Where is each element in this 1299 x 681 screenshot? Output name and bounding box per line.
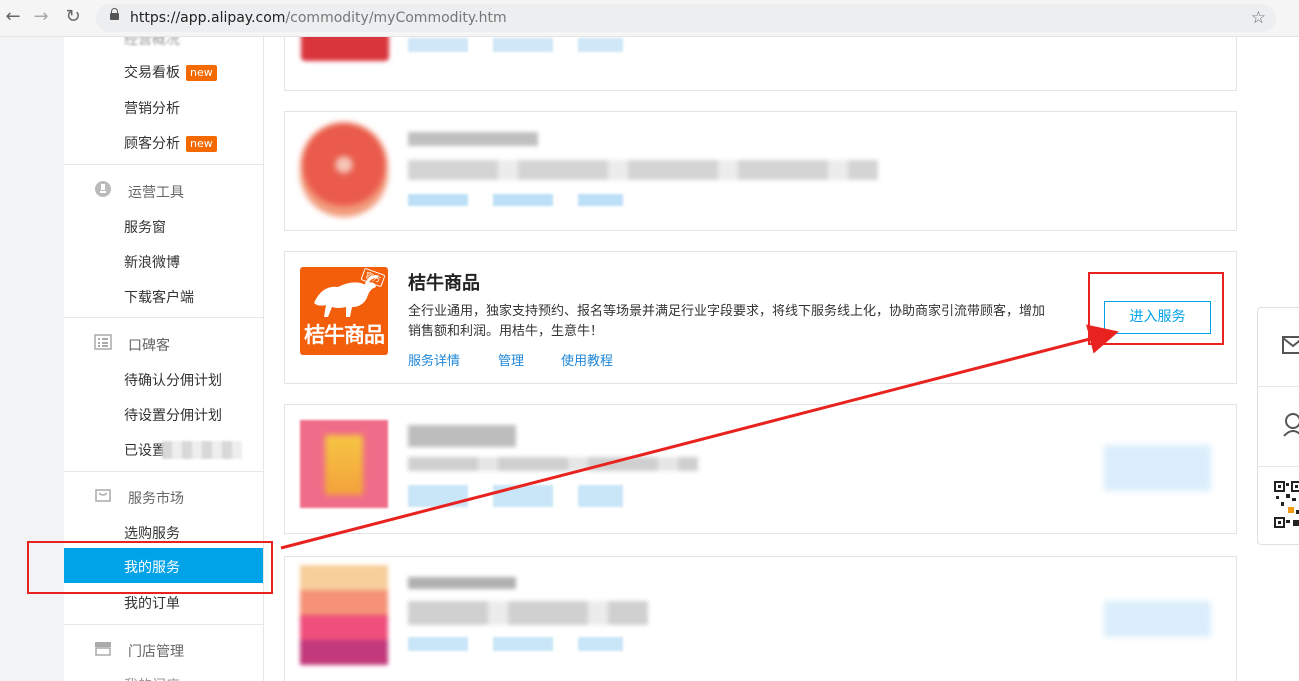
lock-icon (110, 8, 119, 20)
url-text: https://app.alipay.com/commodity/myCommo… (130, 10, 507, 26)
page: 经营概况 交易看板 new 营销分析 顾客分析 new 运营工具 服务窗 新浪微博 … (0, 37, 1299, 681)
star-icon[interactable]: ☆ (1251, 8, 1266, 28)
annotation-arrow (280, 324, 1119, 550)
address-bar[interactable]: https://app.alipay.com/commodity/myCommo… (96, 4, 1276, 32)
browser-toolbar: ← → ↻ https://app.alipay.com/commodity/m… (0, 0, 1299, 37)
reload-icon[interactable]: ↻ (62, 6, 84, 28)
forward-arrow-icon[interactable]: → (30, 6, 52, 28)
back-arrow-icon[interactable]: ← (2, 6, 24, 28)
